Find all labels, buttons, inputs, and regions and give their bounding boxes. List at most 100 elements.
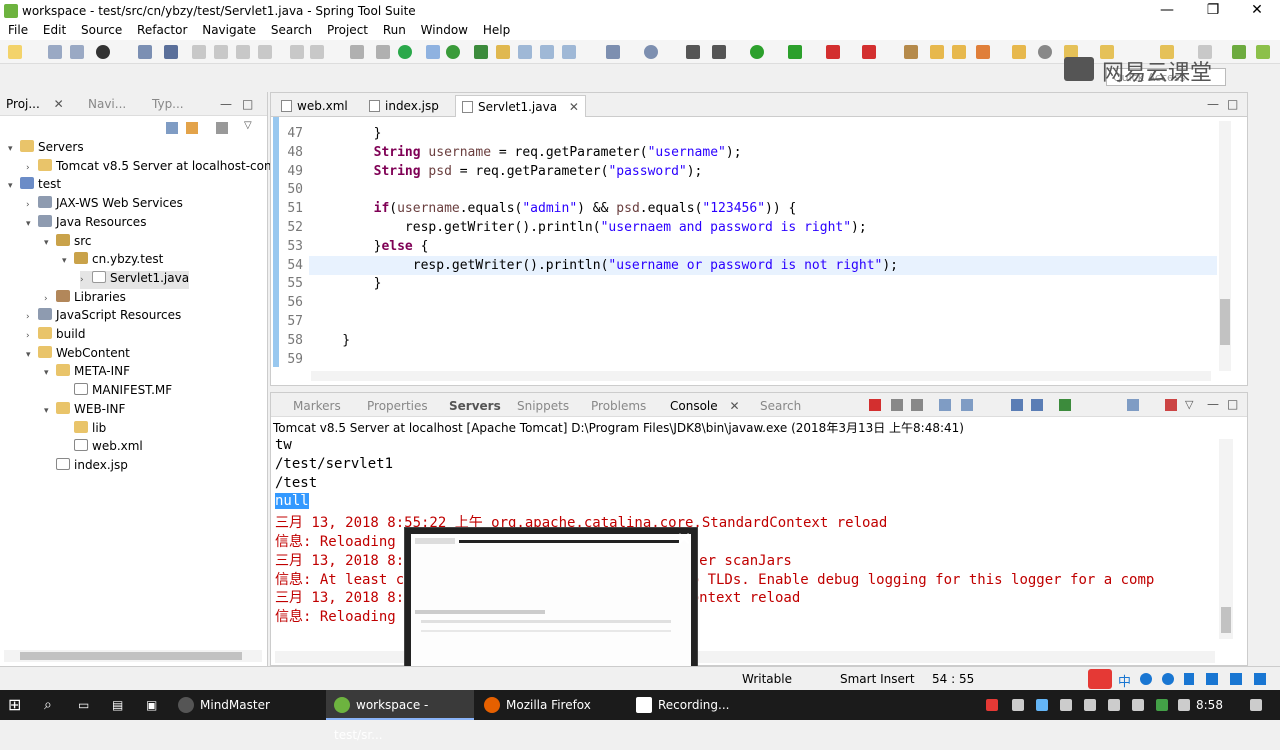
tree-expand-icon[interactable]: › — [26, 331, 38, 341]
step-into-icon[interactable] — [290, 45, 304, 59]
menu-project[interactable]: Project — [327, 22, 368, 37]
maximize-console-icon[interactable]: □ — [1227, 397, 1238, 411]
use-step-filters-icon[interactable] — [376, 45, 390, 59]
menu-refactor[interactable]: Refactor — [137, 22, 187, 37]
tree-expand-icon[interactable]: › — [44, 294, 56, 304]
skin-icon[interactable] — [1230, 673, 1242, 685]
new-icon[interactable] — [8, 45, 22, 59]
pilcrow-icon[interactable] — [562, 45, 576, 59]
keyboard-icon[interactable] — [1206, 673, 1218, 685]
tree-expand-icon[interactable]: › — [26, 163, 38, 173]
volume-icon[interactable] — [1108, 699, 1120, 711]
tray-app-icon[interactable] — [1132, 699, 1144, 711]
menu-run[interactable]: Run — [383, 22, 406, 37]
save-all-icon[interactable] — [70, 45, 84, 59]
save-icon[interactable] — [48, 45, 62, 59]
tab-search[interactable]: Search — [760, 399, 801, 413]
close-window-button[interactable]: ✕ — [1234, 0, 1280, 22]
suspend-icon[interactable] — [214, 45, 228, 59]
tree-item[interactable]: › Tomcat v8.5 Server at localhost-conf — [26, 158, 276, 177]
menu-help[interactable]: Help — [483, 22, 510, 37]
tab-type-hierarchy[interactable]: Typ... — [152, 97, 184, 111]
tab-web-xml[interactable]: web.xml — [275, 95, 354, 117]
tab-snippets[interactable]: Snippets — [517, 399, 569, 413]
tree-expand-icon[interactable]: ▾ — [8, 144, 20, 154]
tab-index-jsp[interactable]: index.jsp — [363, 95, 445, 117]
tree-item[interactable]: web.xml — [62, 439, 143, 457]
new-package-icon[interactable] — [904, 45, 918, 59]
code-line[interactable]: String username = req.getParameter("user… — [311, 145, 742, 164]
tree-item[interactable]: ▾ src — [44, 233, 92, 252]
code-line[interactable]: } — [311, 333, 350, 352]
search-web-icon[interactable] — [1038, 45, 1052, 59]
code-line[interactable]: resp.getWriter().println("usernaem and p… — [311, 220, 867, 239]
code-line[interactable]: String psd = req.getParameter("password"… — [311, 164, 703, 183]
taskbar-firefox[interactable]: Mozilla Firefox — [476, 690, 626, 720]
tree-item[interactable]: › Servlet1.java — [80, 270, 190, 289]
tree-expand-icon[interactable]: ▾ — [44, 406, 56, 416]
tab-properties[interactable]: Properties — [367, 399, 428, 413]
taskbar-clock[interactable]: 8:58 — [1196, 698, 1223, 712]
show-on-stdout-icon[interactable] — [1011, 399, 1023, 411]
pointer-icon[interactable] — [164, 45, 178, 59]
menu-edit[interactable]: Edit — [43, 22, 66, 37]
pencil-icon[interactable] — [976, 45, 990, 59]
code-line[interactable]: } — [311, 276, 382, 295]
debug-prev-icon[interactable] — [686, 45, 700, 59]
new-server-icon[interactable] — [606, 45, 620, 59]
menu-window[interactable]: Window — [421, 22, 468, 37]
display-console-icon[interactable] — [1165, 399, 1177, 411]
view-menu-icon[interactable]: ▽ — [244, 120, 252, 131]
editor-horizontal-scrollbar[interactable] — [311, 371, 1211, 381]
microphone-icon[interactable] — [1184, 673, 1194, 685]
maximize-button[interactable]: ❐ — [1190, 0, 1236, 22]
tab-problems[interactable]: Problems — [591, 399, 646, 413]
open-type-icon[interactable] — [474, 45, 488, 59]
link-editor-icon[interactable] — [186, 122, 198, 134]
bluetooth-icon[interactable] — [1036, 699, 1048, 711]
filter-icon[interactable] — [216, 122, 228, 134]
code-line[interactable]: resp.getWriter().println("username or pa… — [311, 258, 898, 277]
globe-icon[interactable] — [644, 45, 658, 59]
toolbox-icon[interactable] — [1254, 673, 1266, 685]
tab-navigator[interactable]: Navi... — [88, 97, 126, 111]
console-icon[interactable] — [138, 45, 152, 59]
java-perspective-icon[interactable] — [1256, 45, 1270, 59]
maximize-editor-icon[interactable]: □ — [1227, 97, 1238, 111]
menu-file[interactable]: File — [8, 22, 28, 37]
code-line[interactable]: } — [311, 126, 382, 145]
tree-item[interactable]: index.jsp — [44, 457, 128, 476]
tray-chevron-icon[interactable] — [1012, 699, 1024, 711]
notifications-icon[interactable] — [1250, 699, 1262, 711]
tree-item[interactable]: › JavaScript Resources — [26, 308, 181, 326]
tab-servlet1-java[interactable]: Servlet1.java ✕ — [455, 95, 586, 117]
tree-item[interactable]: ▾ WEB-INF — [44, 401, 125, 420]
clear-console-icon[interactable] — [939, 399, 951, 411]
battery-icon[interactable] — [1060, 699, 1072, 711]
tree-expand-icon[interactable]: › — [80, 275, 92, 285]
taskbar-sts-workspace[interactable]: workspace - test/sr... — [326, 690, 474, 742]
disconnect-icon[interactable] — [258, 45, 272, 59]
tree-horizontal-scrollbar[interactable] — [4, 650, 262, 662]
tree-item[interactable]: ▾ Servers — [8, 140, 84, 158]
tree-expand-icon[interactable]: ▾ — [62, 256, 74, 266]
search-icon[interactable]: ⌕ — [44, 690, 64, 720]
tab-markers[interactable]: Markers — [293, 399, 341, 413]
close-preview-icon[interactable]: ✕ — [670, 528, 698, 554]
windows-start-icon[interactable]: ⊞ — [8, 690, 34, 720]
tab-console[interactable]: Console ✕ — [670, 399, 740, 413]
code-line[interactable]: }else { — [311, 239, 429, 258]
sogou-tray-icon[interactable] — [986, 699, 998, 711]
tree-expand-icon[interactable]: ▾ — [26, 350, 38, 360]
tree-expand-icon[interactable]: ▾ — [26, 219, 38, 229]
minimize-panel-icon[interactable]: — — [220, 97, 232, 111]
stop-icon[interactable] — [826, 45, 840, 59]
server-icon[interactable] — [96, 45, 110, 59]
minimize-console-icon[interactable]: — — [1207, 397, 1219, 411]
tree-item[interactable]: ▾ cn.ybzy.test — [62, 252, 163, 270]
tree-expand-icon[interactable]: › — [26, 200, 38, 210]
menu-navigate[interactable]: Navigate — [202, 22, 256, 37]
close-icon[interactable]: ✕ — [54, 97, 64, 111]
scroll-lock-icon[interactable] — [961, 399, 973, 411]
pin-console-icon[interactable] — [1059, 399, 1071, 411]
